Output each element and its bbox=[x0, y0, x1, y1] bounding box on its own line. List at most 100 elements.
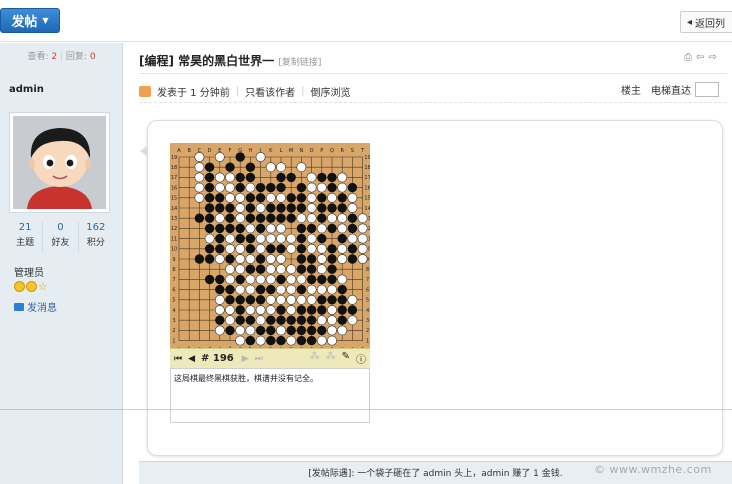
white-stone bbox=[337, 325, 348, 336]
col-label: L bbox=[280, 148, 283, 154]
white-stone bbox=[194, 162, 205, 173]
stat-friends[interactable]: 0 好友 bbox=[43, 222, 79, 252]
white-stone bbox=[265, 294, 276, 305]
white-stone bbox=[245, 223, 256, 234]
info-icon[interactable]: ⓘ bbox=[356, 351, 366, 366]
move-number: # 196 bbox=[201, 353, 234, 364]
col-label: R bbox=[340, 148, 344, 154]
go-board[interactable]: ABCDEFGHJKLMNOPQRSTabcdefghjklmnopqrst19… bbox=[170, 143, 370, 348]
black-stone bbox=[266, 315, 276, 325]
white-stone bbox=[357, 254, 368, 264]
row-label: 4 bbox=[366, 308, 369, 314]
white-stone bbox=[337, 213, 348, 224]
post-title: [编程] 常昊的黑白世界一 [复制链接] bbox=[139, 52, 321, 69]
black-stone bbox=[225, 325, 235, 336]
white-stone bbox=[316, 264, 327, 275]
black-stone bbox=[286, 203, 296, 213]
last-move-icon[interactable]: ⏭ bbox=[255, 354, 263, 364]
only-author-link[interactable]: 只看该作者 bbox=[245, 84, 295, 99]
send-message-link[interactable]: 发消息 bbox=[14, 299, 57, 314]
white-stone bbox=[276, 223, 286, 234]
col-label: P bbox=[320, 148, 323, 154]
black-stone bbox=[327, 264, 337, 274]
white-stone bbox=[265, 192, 276, 203]
row-label: 14 bbox=[364, 206, 370, 212]
black-stone bbox=[306, 264, 317, 274]
row-label: 7 bbox=[172, 277, 175, 283]
black-stone bbox=[266, 182, 276, 193]
new-post-button[interactable]: 发帖 ▼ bbox=[0, 8, 60, 33]
white-stone bbox=[204, 233, 215, 244]
white-stone bbox=[327, 284, 337, 295]
first-move-icon[interactable]: ⏮ bbox=[174, 354, 182, 364]
copy-link[interactable]: [复制链接] bbox=[278, 58, 321, 68]
white-stone bbox=[327, 213, 337, 224]
black-stone bbox=[225, 213, 235, 223]
next-move-icon[interactable]: ▶ bbox=[242, 354, 249, 364]
black-stone bbox=[296, 193, 307, 203]
black-stone bbox=[337, 233, 347, 244]
white-stone bbox=[255, 152, 266, 162]
print-icon[interactable]: ⎙ bbox=[684, 52, 692, 63]
replies-label: 回复: bbox=[65, 52, 87, 62]
white-stone bbox=[286, 243, 297, 254]
black-stone bbox=[225, 203, 235, 213]
white-stone bbox=[316, 254, 327, 264]
back-to-list-button[interactable]: ◂ 返回列 bbox=[680, 11, 732, 33]
col-label: T bbox=[360, 148, 365, 154]
white-stone bbox=[286, 233, 297, 244]
white-stone bbox=[255, 243, 266, 254]
edit-icon[interactable]: ✎ bbox=[342, 351, 350, 366]
black-stone bbox=[245, 295, 256, 305]
white-stone bbox=[265, 233, 276, 244]
tree-icon[interactable]: ⁂ bbox=[326, 351, 336, 366]
prev-thread-icon[interactable]: ⇦ bbox=[696, 52, 704, 63]
black-stone bbox=[317, 274, 327, 285]
black-stone bbox=[276, 274, 286, 285]
white-stone bbox=[286, 305, 297, 315]
col-label: Q bbox=[330, 148, 334, 154]
author-name[interactable]: admin bbox=[9, 84, 44, 95]
white-stone bbox=[276, 192, 286, 203]
white-stone bbox=[286, 274, 297, 285]
white-stone bbox=[245, 274, 256, 285]
white-stone bbox=[265, 305, 276, 315]
rank-icons: ☆ bbox=[14, 281, 48, 292]
row-label: 18 bbox=[364, 165, 370, 171]
black-stone bbox=[306, 315, 317, 325]
black-stone bbox=[337, 284, 347, 295]
col-label: K bbox=[269, 148, 273, 154]
stat-threads[interactable]: 21 主题 bbox=[8, 222, 44, 252]
variation-icon[interactable]: ⁂ bbox=[310, 351, 320, 366]
white-stone bbox=[306, 203, 317, 213]
row-label: 6 bbox=[172, 287, 175, 293]
stat-points[interactable]: 162 积分 bbox=[79, 222, 113, 252]
black-stone bbox=[194, 213, 205, 223]
white-stone bbox=[286, 335, 297, 346]
col-label: O bbox=[310, 148, 314, 154]
black-stone bbox=[347, 213, 358, 223]
black-stone bbox=[276, 213, 286, 223]
black-stone bbox=[337, 295, 347, 305]
black-stone bbox=[266, 325, 276, 336]
black-stone bbox=[317, 325, 327, 336]
col-label: B bbox=[187, 148, 191, 154]
black-stone bbox=[215, 223, 225, 234]
floor-label: 楼主 bbox=[621, 86, 641, 97]
white-stone bbox=[306, 233, 317, 244]
black-stone bbox=[266, 244, 276, 254]
row-label: 15 bbox=[171, 196, 177, 202]
row-label: 2 bbox=[366, 328, 369, 334]
jump-input[interactable] bbox=[695, 82, 719, 97]
next-thread-icon[interactable]: ⇨ bbox=[708, 52, 716, 63]
white-stone bbox=[225, 305, 235, 315]
row-label: 14 bbox=[171, 206, 177, 212]
reverse-order-link[interactable]: 倒序浏览 bbox=[310, 84, 350, 99]
black-stone bbox=[327, 182, 337, 193]
white-stone bbox=[235, 254, 246, 264]
prev-move-icon[interactable]: ◀ bbox=[188, 354, 195, 364]
white-stone bbox=[235, 325, 246, 336]
white-stone bbox=[214, 182, 225, 193]
avatar[interactable] bbox=[9, 112, 110, 213]
white-stone bbox=[276, 325, 286, 336]
